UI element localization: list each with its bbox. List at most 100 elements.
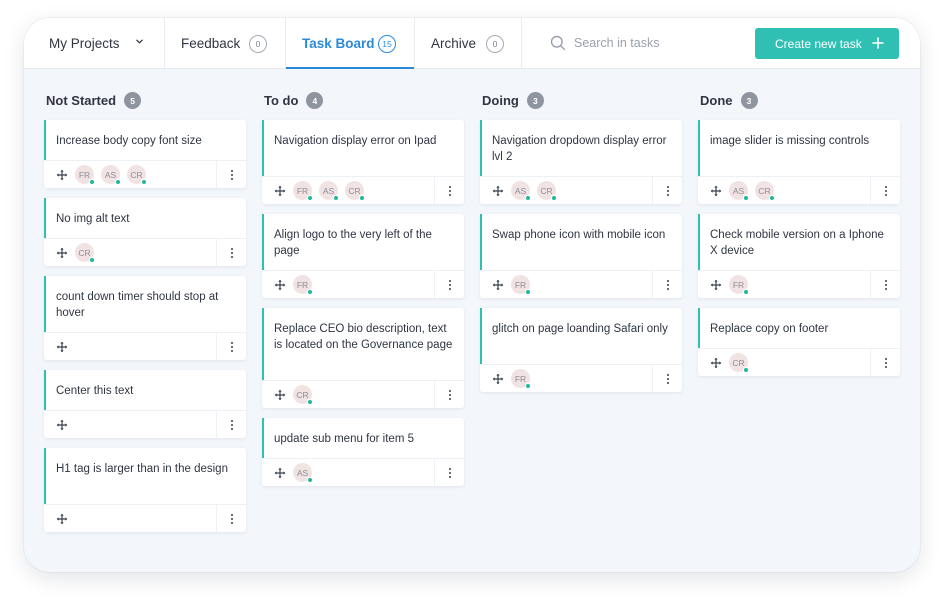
card-footer: AS CR <box>698 176 900 204</box>
task-card[interactable]: Check mobile version on a Iphone X devic… <box>698 214 900 298</box>
assignee-avatar[interactable]: CR <box>127 165 147 185</box>
chevron-down-icon <box>136 39 143 44</box>
card-accent-stripe <box>698 308 700 348</box>
avatar-initials: FR <box>296 185 309 196</box>
card-menu-button[interactable] <box>870 177 900 204</box>
assignee-avatar[interactable]: FR <box>293 275 313 295</box>
card-menu-button[interactable] <box>434 177 464 204</box>
task-card[interactable]: Center this text <box>44 370 246 438</box>
card-menu-button[interactable] <box>434 459 464 486</box>
avatar-initials: CR <box>758 185 771 196</box>
assignee-avatar[interactable]: AS <box>319 181 339 201</box>
task-card[interactable]: update sub menu for item 5 AS <box>262 418 464 486</box>
vertical-dots-icon <box>230 341 233 352</box>
task-card[interactable]: count down timer should stop at hover <box>44 276 246 360</box>
card-menu-button[interactable] <box>216 161 246 188</box>
avatar-initials: CR <box>540 185 553 196</box>
assignee-avatar[interactable]: AS <box>293 463 313 483</box>
assignee-avatar[interactable]: CR <box>755 181 775 201</box>
assignee-avatar[interactable]: AS <box>101 165 121 185</box>
card-footer: FR <box>480 270 682 298</box>
task-card[interactable]: Replace CEO bio description, text is loc… <box>262 308 464 408</box>
move-arrows-icon[interactable] <box>56 169 68 181</box>
card-accent-stripe <box>698 120 700 176</box>
online-status-dot <box>307 195 313 201</box>
card-menu-button[interactable] <box>216 333 246 360</box>
move-arrows-icon[interactable] <box>492 279 504 291</box>
assignee-avatar[interactable]: CR <box>537 181 557 201</box>
column-header: Done 3 <box>700 92 758 109</box>
move-arrows-icon[interactable] <box>56 341 68 353</box>
task-card[interactable]: Increase body copy font size FR AS CR <box>44 120 246 188</box>
card-menu-button[interactable] <box>870 349 900 376</box>
task-card[interactable]: glitch on page loanding Safari only FR <box>480 308 682 392</box>
online-status-dot <box>743 289 749 295</box>
task-card[interactable]: Navigation dropdown display error lvl 2 A… <box>480 120 682 204</box>
card-menu-button[interactable] <box>652 365 682 392</box>
assignee-avatar[interactable]: FR <box>293 181 313 201</box>
card-footer: FR AS CR <box>262 176 464 204</box>
move-arrows-icon[interactable] <box>56 419 68 431</box>
assignee-list: CR <box>75 243 101 263</box>
vertical-dots-icon <box>448 185 451 196</box>
assignee-list: CR <box>729 353 755 373</box>
card-footer: CR <box>698 348 900 376</box>
task-title: count down timer should stop at hover <box>56 291 219 319</box>
card-menu-button[interactable] <box>216 239 246 266</box>
card-menu-button[interactable] <box>216 411 246 438</box>
online-status-dot <box>769 195 775 201</box>
card-menu-button[interactable] <box>434 381 464 408</box>
assignee-avatar[interactable]: FR <box>729 275 749 295</box>
vertical-dots-icon <box>884 357 887 368</box>
card-menu-button[interactable] <box>216 505 246 532</box>
move-arrows-icon[interactable] <box>710 279 722 291</box>
avatar-initials: AS <box>322 185 335 196</box>
move-arrows-icon[interactable] <box>274 185 286 197</box>
assignee-avatar[interactable]: CR <box>729 353 749 373</box>
card-menu-button[interactable] <box>652 177 682 204</box>
move-arrows-icon[interactable] <box>492 185 504 197</box>
task-card[interactable]: Align logo to the very left of the page F… <box>262 214 464 298</box>
card-footer: AS <box>262 458 464 486</box>
assignee-avatar[interactable]: FR <box>511 275 531 295</box>
move-arrows-icon[interactable] <box>710 185 722 197</box>
vertical-dots-icon <box>884 185 887 196</box>
assignee-avatar[interactable]: AS <box>729 181 749 201</box>
assignee-list: FR <box>511 275 537 295</box>
task-card[interactable]: Navigation display error on Ipad FR AS CR <box>262 120 464 204</box>
task-card[interactable]: H1 tag is larger than in the design <box>44 448 246 532</box>
avatar-initials: FR <box>78 169 91 180</box>
move-arrows-icon[interactable] <box>56 247 68 259</box>
online-status-dot <box>333 195 339 201</box>
move-arrows-icon[interactable] <box>710 357 722 369</box>
card-menu-button[interactable] <box>652 271 682 298</box>
assignee-avatar[interactable]: CR <box>293 385 313 405</box>
assignee-avatar[interactable]: FR <box>75 165 95 185</box>
assignee-avatar[interactable]: FR <box>511 369 531 389</box>
card-menu-button[interactable] <box>870 271 900 298</box>
assignee-avatar[interactable]: CR <box>345 181 365 201</box>
tab-task-board[interactable]: Task Board 15 <box>286 18 415 69</box>
tab-archive[interactable]: Archive 0 <box>415 18 522 68</box>
assignee-avatar[interactable]: AS <box>511 181 531 201</box>
vertical-dots-icon <box>884 279 887 290</box>
column-header: Doing 3 <box>482 92 544 109</box>
avatar-initials: AS <box>296 467 309 478</box>
create-new-task-button[interactable]: Create new task <box>755 28 899 59</box>
move-arrows-icon[interactable] <box>56 513 68 525</box>
task-card[interactable]: No img alt text CR <box>44 198 246 266</box>
assignee-list: CR <box>293 385 319 405</box>
move-arrows-icon[interactable] <box>274 467 286 479</box>
project-selector[interactable]: My Projects <box>24 18 165 68</box>
move-arrows-icon[interactable] <box>492 373 504 385</box>
assignee-avatar[interactable]: CR <box>75 243 95 263</box>
top-navigation-bar: My Projects Feedback 0 Task Board 15 Arc… <box>24 18 920 69</box>
task-card[interactable]: Swap phone icon with mobile icon FR <box>480 214 682 298</box>
task-card[interactable]: image slider is missing controls AS CR <box>698 120 900 204</box>
tab-feedback[interactable]: Feedback 0 <box>165 18 286 68</box>
move-arrows-icon[interactable] <box>274 279 286 291</box>
move-arrows-icon[interactable] <box>274 389 286 401</box>
card-menu-button[interactable] <box>434 271 464 298</box>
online-status-dot <box>89 257 95 263</box>
task-card[interactable]: Replace copy on footer CR <box>698 308 900 376</box>
